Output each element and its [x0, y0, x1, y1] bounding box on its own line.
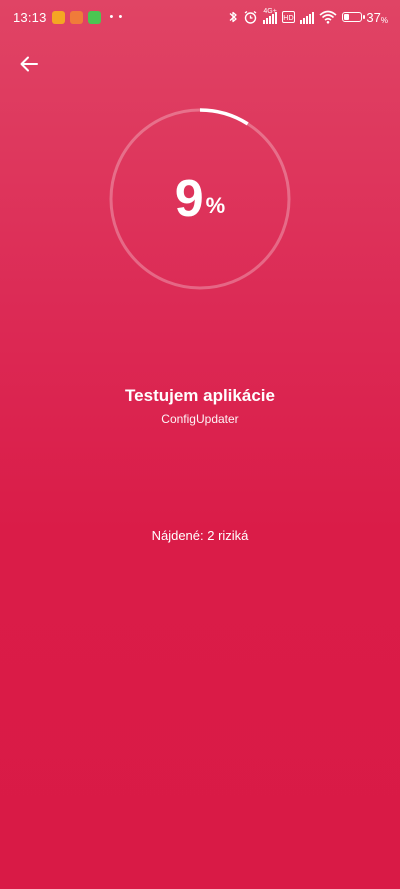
- network-type-label: 4G+: [263, 8, 277, 15]
- notification-app-icon: [51, 10, 65, 24]
- wifi-icon: [319, 10, 337, 24]
- network-signal-icon: 4G+: [263, 8, 278, 24]
- progress-value: 9: [174, 170, 204, 228]
- status-left: 13:13 • •: [13, 10, 123, 25]
- scan-title: Testujem aplikácie: [125, 386, 275, 405]
- battery-percent: 37%: [366, 9, 388, 25]
- battery-indicator: 37%: [342, 10, 388, 25]
- alarm-icon: [244, 10, 257, 24]
- hd-icon: HD: [282, 11, 296, 23]
- svg-text:HD: HD: [284, 14, 295, 22]
- progress-label: 9 %: [107, 106, 293, 292]
- scan-progress-ring: 9 %: [107, 106, 293, 292]
- battery-level-fill: [344, 14, 350, 20]
- more-notifications-icon: • •: [109, 11, 124, 23]
- bluetooth-icon: [229, 11, 238, 23]
- back-button[interactable]: [14, 49, 44, 79]
- progress-unit: %: [205, 193, 226, 218]
- notification-android-icon: [87, 10, 101, 24]
- notification-heart-icon: [69, 10, 83, 24]
- status-time: 13:13: [13, 9, 47, 25]
- battery-icon: [342, 12, 366, 22]
- arrow-left-icon: [20, 56, 38, 72]
- current-app-name: ConfigUpdater: [161, 412, 239, 426]
- status-bar: 13:13 • • 4G+ HD 37%: [0, 0, 400, 34]
- found-risks-text: Nájdené: 2 riziká: [151, 528, 249, 543]
- signal-icon: [300, 11, 315, 24]
- status-right: 4G+ HD 37%: [228, 8, 388, 25]
